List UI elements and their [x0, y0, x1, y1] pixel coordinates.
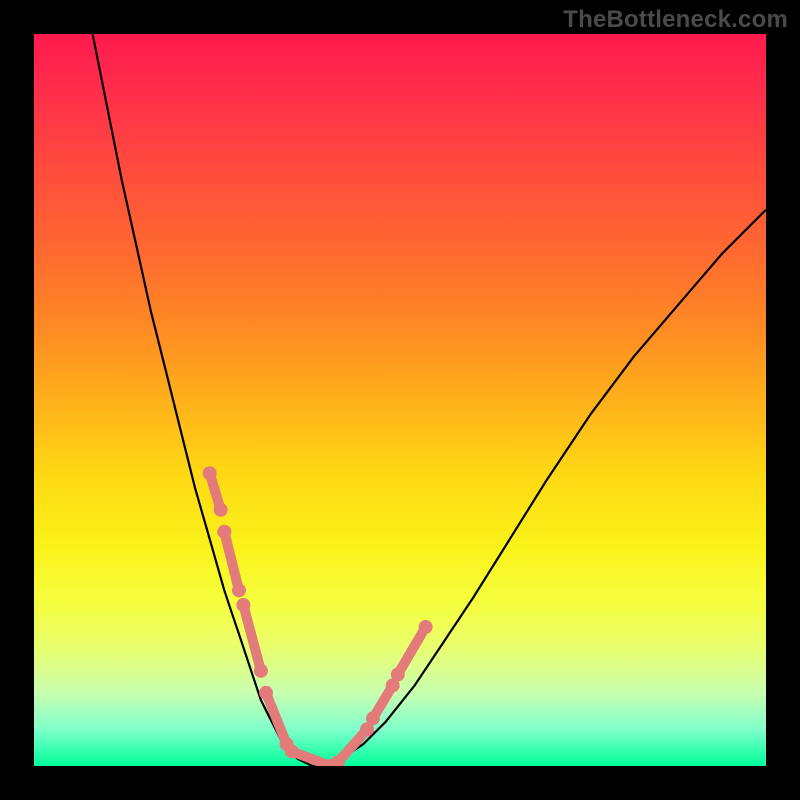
highlight-dot — [254, 664, 268, 678]
highlight-dot — [203, 466, 217, 480]
highlight-dot — [391, 668, 405, 682]
highlight-segment — [224, 532, 239, 591]
highlight-dot — [419, 620, 433, 634]
highlight-dot — [366, 711, 380, 725]
plot-area — [34, 34, 766, 766]
highlight-dot — [214, 503, 228, 517]
highlight-dot — [259, 686, 273, 700]
highlight-dot — [217, 525, 231, 539]
chart-svg — [34, 34, 766, 766]
highlight-segment — [398, 627, 426, 675]
chart-frame: TheBottleneck.com — [0, 0, 800, 800]
highlight-dot — [232, 583, 246, 597]
highlight-segment — [243, 605, 261, 671]
highlight-dot — [285, 744, 299, 758]
watermark-label: TheBottleneck.com — [563, 6, 788, 34]
highlight-dot — [236, 598, 250, 612]
bottleneck-curve — [93, 34, 766, 766]
